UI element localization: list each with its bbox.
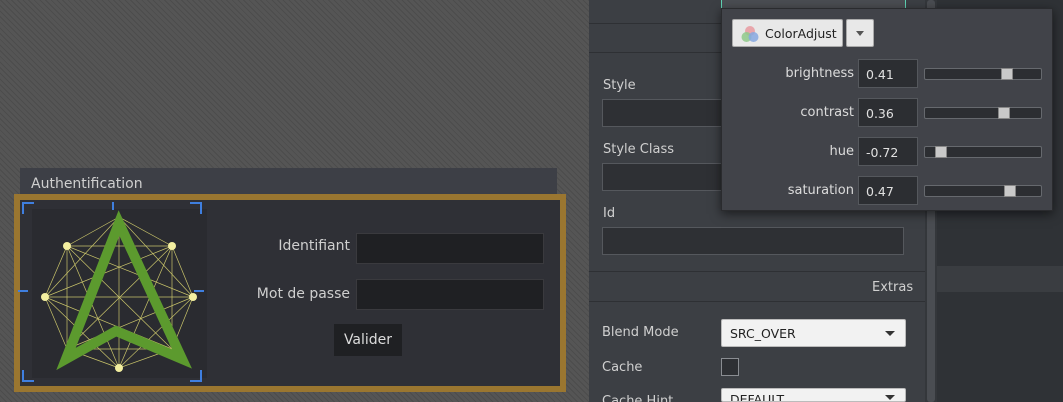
style-label: Style [603,78,636,93]
effect-menu-button[interactable] [846,19,874,47]
effect-property-label: saturation [787,183,854,198]
hierarchy-row[interactable] [937,266,1063,292]
style-class-label: Style Class [603,142,674,157]
resize-handle-top-left[interactable] [22,202,34,214]
login-input[interactable] [356,233,544,264]
slider-thumb[interactable] [997,107,1010,119]
logo-image [32,209,207,378]
effect-property-label: hue [829,144,854,159]
color-adjust-popup: ColorAdjust brightness 0.41 contrast 0.36 hu… [721,8,1053,211]
submit-button[interactable]: Valider [334,324,402,356]
blend-mode-label: Blend Mode [602,325,679,340]
effect-property-value-input[interactable]: 0.47 [858,176,918,205]
slider-thumb[interactable] [1004,185,1017,197]
resize-handle-right[interactable] [194,290,204,292]
password-label: Mot de passe [256,286,350,302]
auth-panel[interactable]: Identifiant Mot de passe Valider [14,194,566,392]
chevron-down-icon [856,31,864,36]
effect-name: ColorAdjust [765,26,837,41]
effect-property-slider[interactable] [924,107,1042,119]
chevron-down-icon [885,395,895,400]
id-label: Id [603,206,616,221]
cache-label: Cache [602,360,643,375]
login-label: Identifiant [278,238,350,254]
resize-handle-top[interactable] [112,202,114,210]
effect-property-label: contrast [800,105,854,120]
effect-property-slider[interactable] [924,146,1042,158]
effect-property-slider[interactable] [924,185,1042,197]
divider [589,301,925,302]
effect-property-slider[interactable] [924,68,1042,80]
blend-mode-select[interactable]: SRC_OVER [721,319,906,347]
id-input[interactable] [602,227,904,255]
effect-property-value-input[interactable]: 0.36 [858,98,918,127]
cache-checkbox[interactable] [721,358,739,376]
resize-handle-bottom-right[interactable] [190,370,202,382]
color-adjust-icon [741,26,759,42]
effect-property-value-input[interactable]: -0.72 [858,137,918,166]
auth-panel-title: Authentification [20,168,557,196]
blend-mode-value: SRC_OVER [730,326,796,341]
cache-hint-select[interactable]: DEFAULT [721,388,906,402]
divider [589,271,925,272]
network-logo-icon [41,210,197,372]
resize-handle-bottom-left[interactable] [22,370,34,382]
effect-button[interactable]: ColorAdjust [732,19,843,47]
slider-thumb[interactable] [1000,68,1013,80]
resize-handle-left[interactable] [18,290,28,292]
slider-thumb[interactable] [935,146,948,158]
chevron-down-icon [885,331,895,336]
resize-handle-top-right[interactable] [190,202,202,214]
cache-hint-value: DEFAULT [730,392,785,402]
effect-property-value-input[interactable]: 0.41 [858,59,918,88]
password-input[interactable] [356,279,544,310]
effect-property-label: brightness [785,66,854,81]
extras-section-header[interactable]: Extras [872,280,913,295]
cache-hint-label: Cache Hint [602,394,674,402]
